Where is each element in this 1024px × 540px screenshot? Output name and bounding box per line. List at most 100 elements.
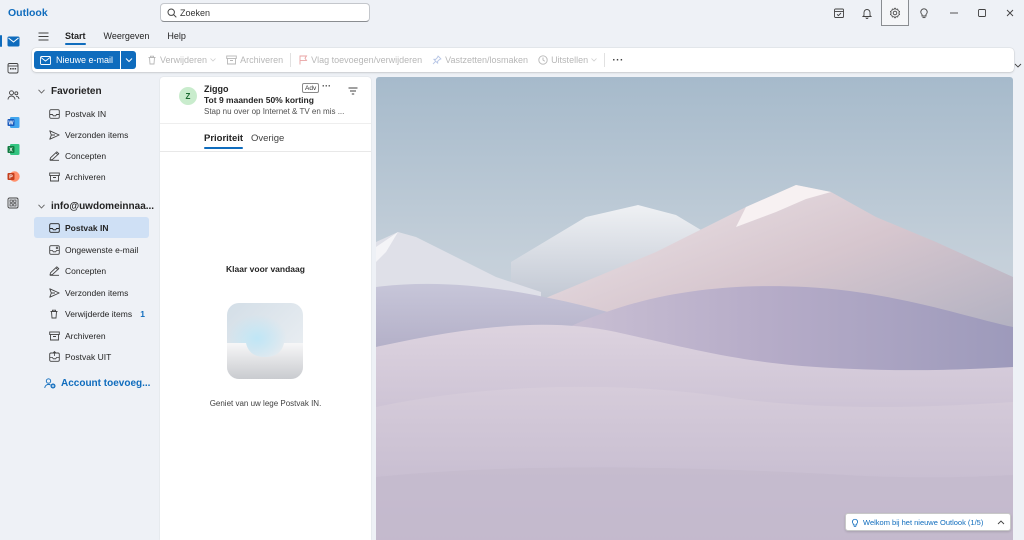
folder-label: Postvak IN <box>65 108 107 119</box>
folder-favorites-inbox[interactable]: Postvak IN <box>34 103 149 124</box>
chevron-down-icon <box>591 58 597 62</box>
list-tabs: Prioriteit Overige <box>160 123 371 152</box>
calendar-check-icon <box>834 8 844 18</box>
snooze-button[interactable]: Uitstellen <box>533 51 602 69</box>
folder-drafts[interactable]: Concepten <box>34 260 149 281</box>
ribbon-tabs: Start Weergeven Help <box>26 26 195 46</box>
folder-label: Verzonden items <box>65 129 129 140</box>
app-title: Outlook <box>8 7 48 19</box>
search-icon <box>167 7 177 18</box>
minimize-button[interactable] <box>940 0 968 26</box>
delete-button[interactable]: Verwijderen <box>142 51 221 69</box>
folder-label: Postvak IN <box>65 222 109 233</box>
svg-text:W: W <box>8 120 14 126</box>
tab-view[interactable]: Weergeven <box>95 26 159 46</box>
chevron-up-icon[interactable] <box>997 519 1005 525</box>
folder-favorites-archive[interactable]: Archiveren <box>34 166 149 187</box>
tab-start[interactable]: Start <box>56 26 95 46</box>
lightbulb-icon <box>852 518 858 527</box>
pencil-icon <box>49 150 59 161</box>
folder-label: Concepten <box>65 150 107 161</box>
flag-button[interactable]: Vlag toevoegen/verwijderen <box>293 51 427 69</box>
svg-text:P: P <box>9 174 13 180</box>
empty-state-subtitle: Geniet van uw lege Postvak IN. <box>209 399 322 408</box>
pin-button[interactable]: Vastzetten/losmaken <box>427 51 533 69</box>
ad-preview: Stap nu over op Internet & TV en mis ... <box>204 107 345 116</box>
rail-people[interactable] <box>4 86 22 104</box>
archive-button[interactable]: Archiveren <box>221 51 288 69</box>
tips-button[interactable] <box>910 0 938 26</box>
folder-junk[interactable]: Ongewenste e-mail <box>34 239 149 260</box>
maximize-button[interactable] <box>968 0 996 26</box>
inbox-icon <box>48 108 60 119</box>
powerpoint-icon: P <box>7 170 20 182</box>
app-rail: W X P <box>0 26 26 540</box>
favorites-label: Favorieten <box>51 85 102 97</box>
notifications-button[interactable] <box>853 0 881 26</box>
search-box[interactable] <box>160 3 370 22</box>
unread-count: 1 <box>140 308 145 319</box>
lightbulb-icon <box>920 8 928 19</box>
people-icon <box>7 90 19 100</box>
folder-label: Verwijderde items <box>65 308 133 319</box>
favorites-header[interactable]: Favorieten <box>28 81 102 101</box>
mail-outline-icon <box>40 55 51 65</box>
close-button[interactable] <box>996 0 1024 26</box>
add-account-button[interactable]: Account toevoeg... <box>44 378 150 389</box>
rail-excel[interactable]: X <box>4 140 22 158</box>
folder-sent[interactable]: Verzonden items <box>34 282 149 303</box>
desert-landscape-image <box>376 77 1013 540</box>
minimize-icon <box>950 12 958 14</box>
folder-inbox[interactable]: Postvak IN <box>34 217 149 238</box>
more-options-button[interactable]: ··· <box>607 51 629 69</box>
welcome-banner[interactable]: Welkom bij het nieuwe Outlook (1/5) <box>845 513 1011 531</box>
folder-label: Ongewenste e-mail <box>65 244 139 255</box>
account-label: info@uwdomeinnaa... <box>51 200 155 212</box>
folder-favorites-drafts[interactable]: Concepten <box>34 145 149 166</box>
word-icon: W <box>7 116 19 128</box>
apps-icon <box>7 197 19 209</box>
rail-calendar[interactable] <box>4 59 22 77</box>
settings-button[interactable] <box>881 0 909 26</box>
ad-item[interactable]: Z Ziggo Adv ··· Tot 9 maanden 50% kortin… <box>160 77 371 123</box>
my-day-button[interactable] <box>825 0 853 26</box>
filter-icon <box>348 87 358 95</box>
person-add-icon <box>44 378 56 389</box>
welcome-text: Welkom bij het nieuwe Outlook (1/5) <box>863 517 984 527</box>
send-icon <box>48 287 60 298</box>
tab-other[interactable]: Overige <box>251 133 284 144</box>
add-account-label: Account toevoeg... <box>61 378 151 389</box>
new-mail-button[interactable]: Nieuwe e-mail <box>34 51 121 69</box>
new-mail-label: Nieuwe e-mail <box>56 55 114 65</box>
excel-icon: X <box>7 143 19 155</box>
new-mail-dropdown[interactable] <box>121 51 137 69</box>
folder-label: Archiveren <box>65 171 106 182</box>
rail-powerpoint[interactable]: P <box>4 167 22 185</box>
ribbon-toolbar: Nieuwe e-mail Verwijderen Archiveren Vla… <box>32 48 1014 72</box>
pin-label: Vastzetten/losmaken <box>445 55 529 65</box>
rail-more-apps[interactable] <box>4 194 22 212</box>
svg-text:X: X <box>9 147 13 153</box>
folder-deleted[interactable]: Verwijderde items 1 <box>34 303 149 324</box>
account-header[interactable]: info@uwdomeinnaa... <box>28 196 154 216</box>
search-input[interactable] <box>180 7 360 18</box>
folder-label: Verzonden items <box>65 287 129 298</box>
folder-outbox[interactable]: Postvak UIT <box>34 346 149 367</box>
trash-icon <box>50 309 58 318</box>
rail-mail[interactable] <box>0 32 22 50</box>
tab-focused[interactable]: Prioriteit <box>204 133 244 149</box>
tab-help[interactable]: Help <box>158 26 195 46</box>
rail-word[interactable]: W <box>4 113 22 131</box>
ad-more-button[interactable]: ··· <box>322 81 331 91</box>
ad-badge: Adv <box>302 83 320 93</box>
folder-archive[interactable]: Archiveren <box>34 325 149 346</box>
calendar-icon <box>7 63 19 74</box>
filter-button[interactable] <box>347 85 359 97</box>
toolbar-separator <box>604 53 606 67</box>
folder-favorites-sent[interactable]: Verzonden items <box>34 124 149 145</box>
ribbon-expand-button[interactable] <box>1013 60 1023 70</box>
navigation-toggle[interactable] <box>30 26 56 46</box>
send-icon <box>48 129 60 140</box>
pin-icon <box>432 55 442 65</box>
message-list: Z Ziggo Adv ··· Tot 9 maanden 50% kortin… <box>160 77 371 540</box>
